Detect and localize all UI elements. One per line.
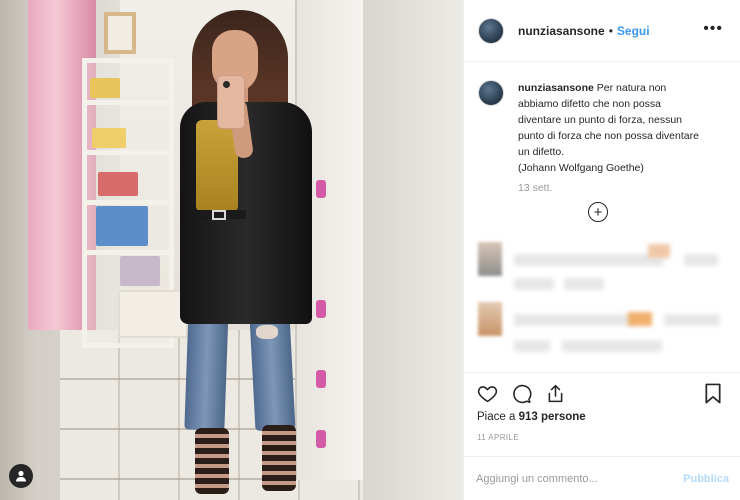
photo-shelf-box <box>120 256 160 286</box>
plus-circle-icon[interactable]: + <box>588 202 608 222</box>
publish-button[interactable]: Pubblica <box>683 473 729 485</box>
blurred-text <box>514 254 664 266</box>
photo-shelf-rail <box>82 150 174 155</box>
comment-icon[interactable] <box>510 382 532 404</box>
photo-cabinet-handle <box>316 300 326 318</box>
photo-jeans-rip <box>256 325 278 339</box>
blurred-avatar <box>478 242 502 276</box>
caption-username[interactable]: nunziasansone <box>518 82 594 94</box>
photo-shelf-box <box>90 78 120 98</box>
likes-number[interactable]: 913 persone <box>519 411 586 423</box>
header-separator: • <box>608 23 613 38</box>
photo-shelf-rail <box>82 250 174 255</box>
more-options-icon[interactable]: ••• <box>703 20 723 38</box>
share-icon[interactable] <box>544 382 566 404</box>
photo-shelf-rail <box>82 100 174 105</box>
caption: nunziasansone Per natura non abbiamo dif… <box>478 80 728 176</box>
caption-date: 13 sett. <box>518 182 553 194</box>
caption-text: nunziasansone Per natura non abbiamo dif… <box>518 80 699 176</box>
blurred-avatar <box>478 302 502 336</box>
bookmark-icon[interactable] <box>702 382 724 404</box>
photo-smartphone <box>217 75 245 129</box>
photo-cabinet-handle <box>316 370 326 388</box>
likes-prefix: Piace a <box>477 411 519 423</box>
blurred-text <box>562 340 662 352</box>
blurred-text <box>684 254 718 266</box>
photo-shelf-box <box>98 172 138 196</box>
photo-person-buckle <box>212 210 226 220</box>
blurred-text <box>514 278 554 290</box>
blurred-text <box>514 340 550 352</box>
photo-cabinet-handle <box>316 180 326 198</box>
likes-count[interactable]: Piace a 913 persone <box>477 411 586 423</box>
user-tag-icon[interactable] <box>9 464 33 488</box>
comment-input[interactable] <box>476 472 684 485</box>
photo-cabinet-handle <box>316 430 326 448</box>
heart-icon[interactable] <box>476 382 498 404</box>
actions-divider <box>464 372 740 373</box>
photo-shelf-box <box>92 128 126 148</box>
photo-picture-frame <box>104 12 136 54</box>
avatar[interactable] <box>478 80 504 106</box>
photo-shelf-box <box>96 206 148 246</box>
action-bar <box>476 382 566 404</box>
blurred-text <box>664 314 720 326</box>
header-username[interactable]: nunziasansone <box>518 24 605 38</box>
blurred-emoji <box>628 312 652 326</box>
post-image[interactable] <box>0 0 463 500</box>
photo-shelf-rail <box>82 200 174 205</box>
photo-right-wall <box>363 0 463 500</box>
post-header: nunziasansone • Segui ••• <box>464 0 740 62</box>
caption-body: Per natura non abbiamo difetto che non p… <box>518 82 699 174</box>
blurred-text <box>514 314 634 326</box>
comment-form: Pubblica <box>464 456 740 500</box>
photo-person-shoe <box>262 425 296 491</box>
blurred-emoji <box>648 244 670 258</box>
avatar[interactable] <box>478 17 504 44</box>
follow-button[interactable]: Segui <box>617 24 650 38</box>
photo-person-shoe <box>195 428 229 494</box>
photo-shelf-drawer <box>118 290 188 338</box>
post-date: 11 APRILE <box>477 433 520 442</box>
post-sidebar: nunziasansone • Segui ••• nunziasansone … <box>463 0 740 500</box>
blurred-text <box>564 278 604 290</box>
